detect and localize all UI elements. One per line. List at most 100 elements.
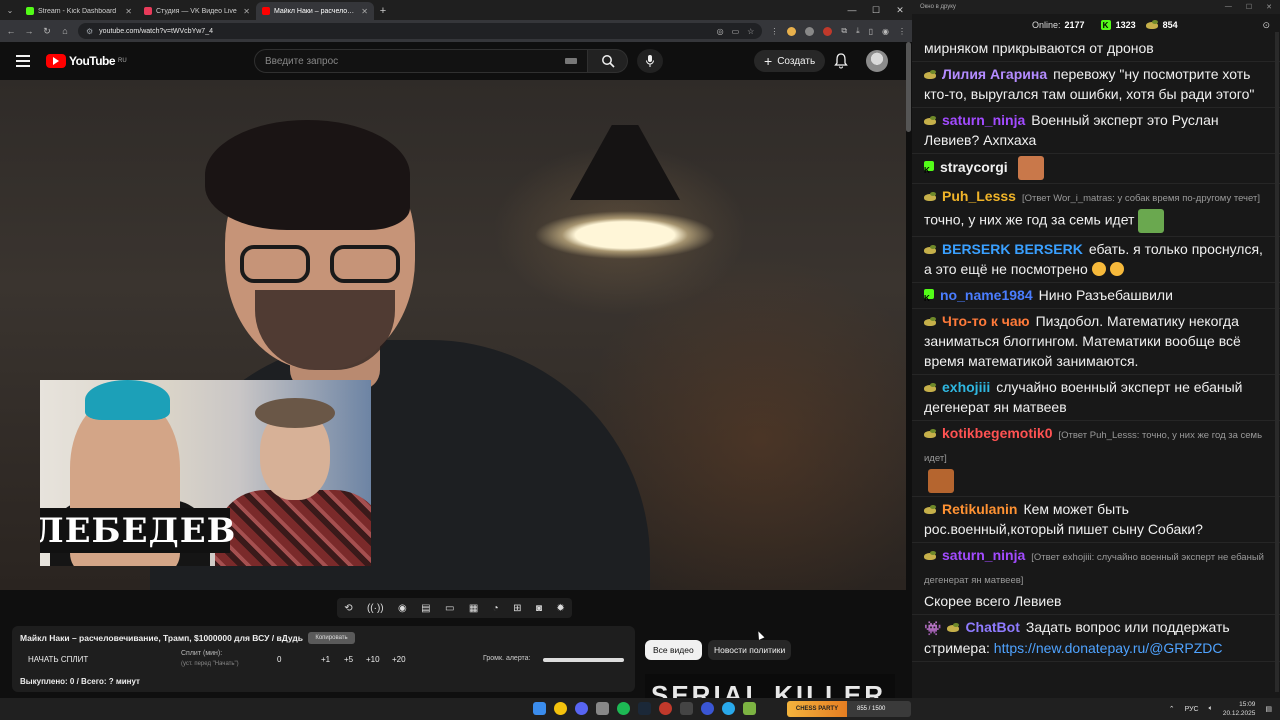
- copy-button[interactable]: Копировать: [308, 632, 355, 644]
- cast-icon[interactable]: ▭: [732, 27, 740, 36]
- split-tool-panel: Майкл Наки – расчеловечивание, Трамп, $1…: [12, 626, 635, 692]
- notifications-bell-icon[interactable]: [834, 53, 848, 69]
- chat-username[interactable]: Retikulanin: [942, 501, 1017, 517]
- search-button[interactable]: [588, 49, 628, 73]
- speedometer-icon[interactable]: ◔: [493, 603, 499, 614]
- site-info-icon[interactable]: ⚙: [86, 27, 93, 36]
- forward-icon[interactable]: →: [24, 26, 34, 36]
- back-icon[interactable]: ←: [6, 26, 16, 36]
- chat-username[interactable]: no_name1984: [940, 287, 1033, 303]
- maximize-icon[interactable]: ☐: [864, 0, 888, 20]
- increment-10-button[interactable]: +10: [366, 655, 380, 664]
- close-icon[interactable]: ✕: [888, 0, 912, 20]
- increment-1-button[interactable]: +1: [321, 655, 330, 664]
- chat-minimize-icon[interactable]: —: [1225, 3, 1232, 11]
- chat-username[interactable]: exhojiii: [942, 379, 990, 395]
- volume-icon[interactable]: 🔈︎: [1209, 705, 1213, 713]
- spotify-icon[interactable]: [617, 702, 630, 715]
- alert-volume-slider[interactable]: [543, 658, 624, 662]
- window-icon[interactable]: ▭: [445, 603, 454, 614]
- watch-icon[interactable]: ◉: [398, 603, 407, 614]
- chat-username[interactable]: BERSERK BERSERK: [942, 241, 1083, 257]
- tab-search-icon[interactable]: ⌄: [0, 0, 20, 20]
- tray-chevron-icon[interactable]: ⌃: [1169, 705, 1175, 713]
- keyboard-icon[interactable]: [565, 58, 577, 64]
- clapperboard-icon[interactable]: ▤: [421, 603, 430, 614]
- media-player-icon[interactable]: [701, 702, 714, 715]
- create-button[interactable]: + Создать: [754, 50, 826, 72]
- camera-icon[interactable]: ◙: [536, 603, 542, 614]
- browser-tab-youtube[interactable]: Майкл Наки – расчелове... ✕: [256, 2, 374, 20]
- obs-icon[interactable]: [680, 702, 693, 715]
- steam-icon[interactable]: [638, 702, 651, 715]
- discord-icon[interactable]: [575, 702, 588, 715]
- taskbar-apps: [533, 702, 756, 715]
- chat-maximize-icon[interactable]: ☐: [1246, 3, 1252, 11]
- donate-link[interactable]: https://new.donatepay.ru/@GRPZDC: [994, 640, 1223, 656]
- chat-username[interactable]: Лилия Агарина: [942, 66, 1047, 82]
- extension-red-icon[interactable]: [823, 26, 833, 36]
- tab-close-icon[interactable]: ✕: [361, 7, 368, 16]
- app-green-icon[interactable]: [743, 702, 756, 715]
- chat-username[interactable]: Puh_Lesss: [942, 188, 1016, 204]
- chat-message: exhojiii случайно военный эксперт не ебан…: [912, 375, 1280, 421]
- search-input[interactable]: Введите запрос: [254, 49, 588, 73]
- language-indicator[interactable]: РУС: [1185, 706, 1199, 713]
- filter-all-videos[interactable]: Все видео: [645, 640, 702, 660]
- account-avatar[interactable]: [866, 50, 888, 72]
- google-lens-icon[interactable]: ◎: [717, 27, 724, 36]
- new-tab-button[interactable]: +: [374, 2, 392, 20]
- voice-search-button[interactable]: [637, 49, 663, 73]
- clock[interactable]: 15:09 20.12.2025: [1223, 700, 1256, 718]
- chrome-icon[interactable]: [554, 702, 567, 715]
- video-player[interactable]: ЛЕБЕДЕВ: [0, 80, 906, 590]
- app-red-icon[interactable]: [659, 702, 672, 715]
- app-gray-icon[interactable]: [596, 702, 609, 715]
- chat-close-icon[interactable]: ✕: [1266, 3, 1272, 11]
- chat-username[interactable]: Что-то к чаю: [942, 313, 1030, 329]
- chat-scrollbar[interactable]: [1275, 32, 1279, 692]
- minimize-icon[interactable]: —: [840, 0, 864, 20]
- add-clip-icon[interactable]: ⊞: [513, 603, 521, 614]
- chat-username[interactable]: kotikbegemotik0: [942, 425, 1052, 441]
- browser-tab-kick[interactable]: Stream - Kick Dashboard ✕: [20, 2, 138, 20]
- broadcast-icon[interactable]: ((·)): [367, 603, 384, 614]
- bookmark-star-icon[interactable]: ☆: [747, 27, 754, 36]
- sidebar-icon[interactable]: ▯: [869, 27, 873, 36]
- donation-goal-widget[interactable]: CHESS PARTY 855 / 1500: [787, 701, 911, 717]
- menu-icon[interactable]: [16, 55, 30, 67]
- telegram-icon[interactable]: [722, 702, 735, 715]
- chat-username[interactable]: saturn_ninja: [942, 112, 1025, 128]
- extension-cookie-icon[interactable]: [787, 26, 797, 36]
- tab-close-icon[interactable]: ✕: [243, 7, 250, 16]
- home-icon[interactable]: ⌂: [60, 26, 70, 36]
- split-value[interactable]: 0: [277, 655, 281, 664]
- youtube-logo[interactable]: YouTube RU: [46, 54, 127, 68]
- film-strip-icon[interactable]: ▦: [469, 603, 478, 614]
- browser-tab-vk[interactable]: Студия — VK Видео Live ✕: [138, 2, 256, 20]
- browser-menu-icon[interactable]: ⋮: [898, 27, 906, 36]
- start-split-button[interactable]: НАЧАТЬ СПЛИТ: [28, 655, 88, 664]
- chat-message-list[interactable]: мирняком прикрываются от дронов Лилия Ага…: [912, 36, 1280, 692]
- extension-gray-icon[interactable]: [805, 26, 815, 36]
- profile-icon[interactable]: ◉: [882, 27, 889, 36]
- increment-5-button[interactable]: +5: [344, 655, 353, 664]
- chat-username[interactable]: ChatBot: [965, 619, 1019, 635]
- reload-icon[interactable]: ↻: [42, 26, 52, 37]
- settings-gear-icon[interactable]: ✹: [556, 603, 564, 614]
- chat-settings-icon[interactable]: ⊙: [1262, 20, 1270, 31]
- filter-politics-news[interactable]: Новости политики: [708, 640, 792, 660]
- recommended-thumbnail[interactable]: SERIAL KILLER: [645, 674, 895, 698]
- chat-username[interactable]: straycorgi: [940, 159, 1008, 175]
- chat-username[interactable]: saturn_ninja: [942, 547, 1025, 563]
- extensions-puzzle-icon[interactable]: ⧉: [841, 26, 847, 36]
- page-scrollbar[interactable]: [906, 42, 911, 132]
- downloads-icon[interactable]: ⤓: [856, 26, 860, 36]
- windows-start-icon[interactable]: [533, 702, 546, 715]
- loop-icon[interactable]: ⟲: [344, 603, 352, 614]
- increment-20-button[interactable]: +20: [392, 655, 406, 664]
- url-field[interactable]: ⚙ youtube.com/watch?v=tWVcbYw7_4 ◎ ▭ ☆: [78, 23, 763, 39]
- notification-center-icon[interactable]: ▤: [1265, 705, 1272, 713]
- tab-close-icon[interactable]: ✕: [125, 7, 132, 16]
- bot-icon: 👾: [924, 620, 942, 636]
